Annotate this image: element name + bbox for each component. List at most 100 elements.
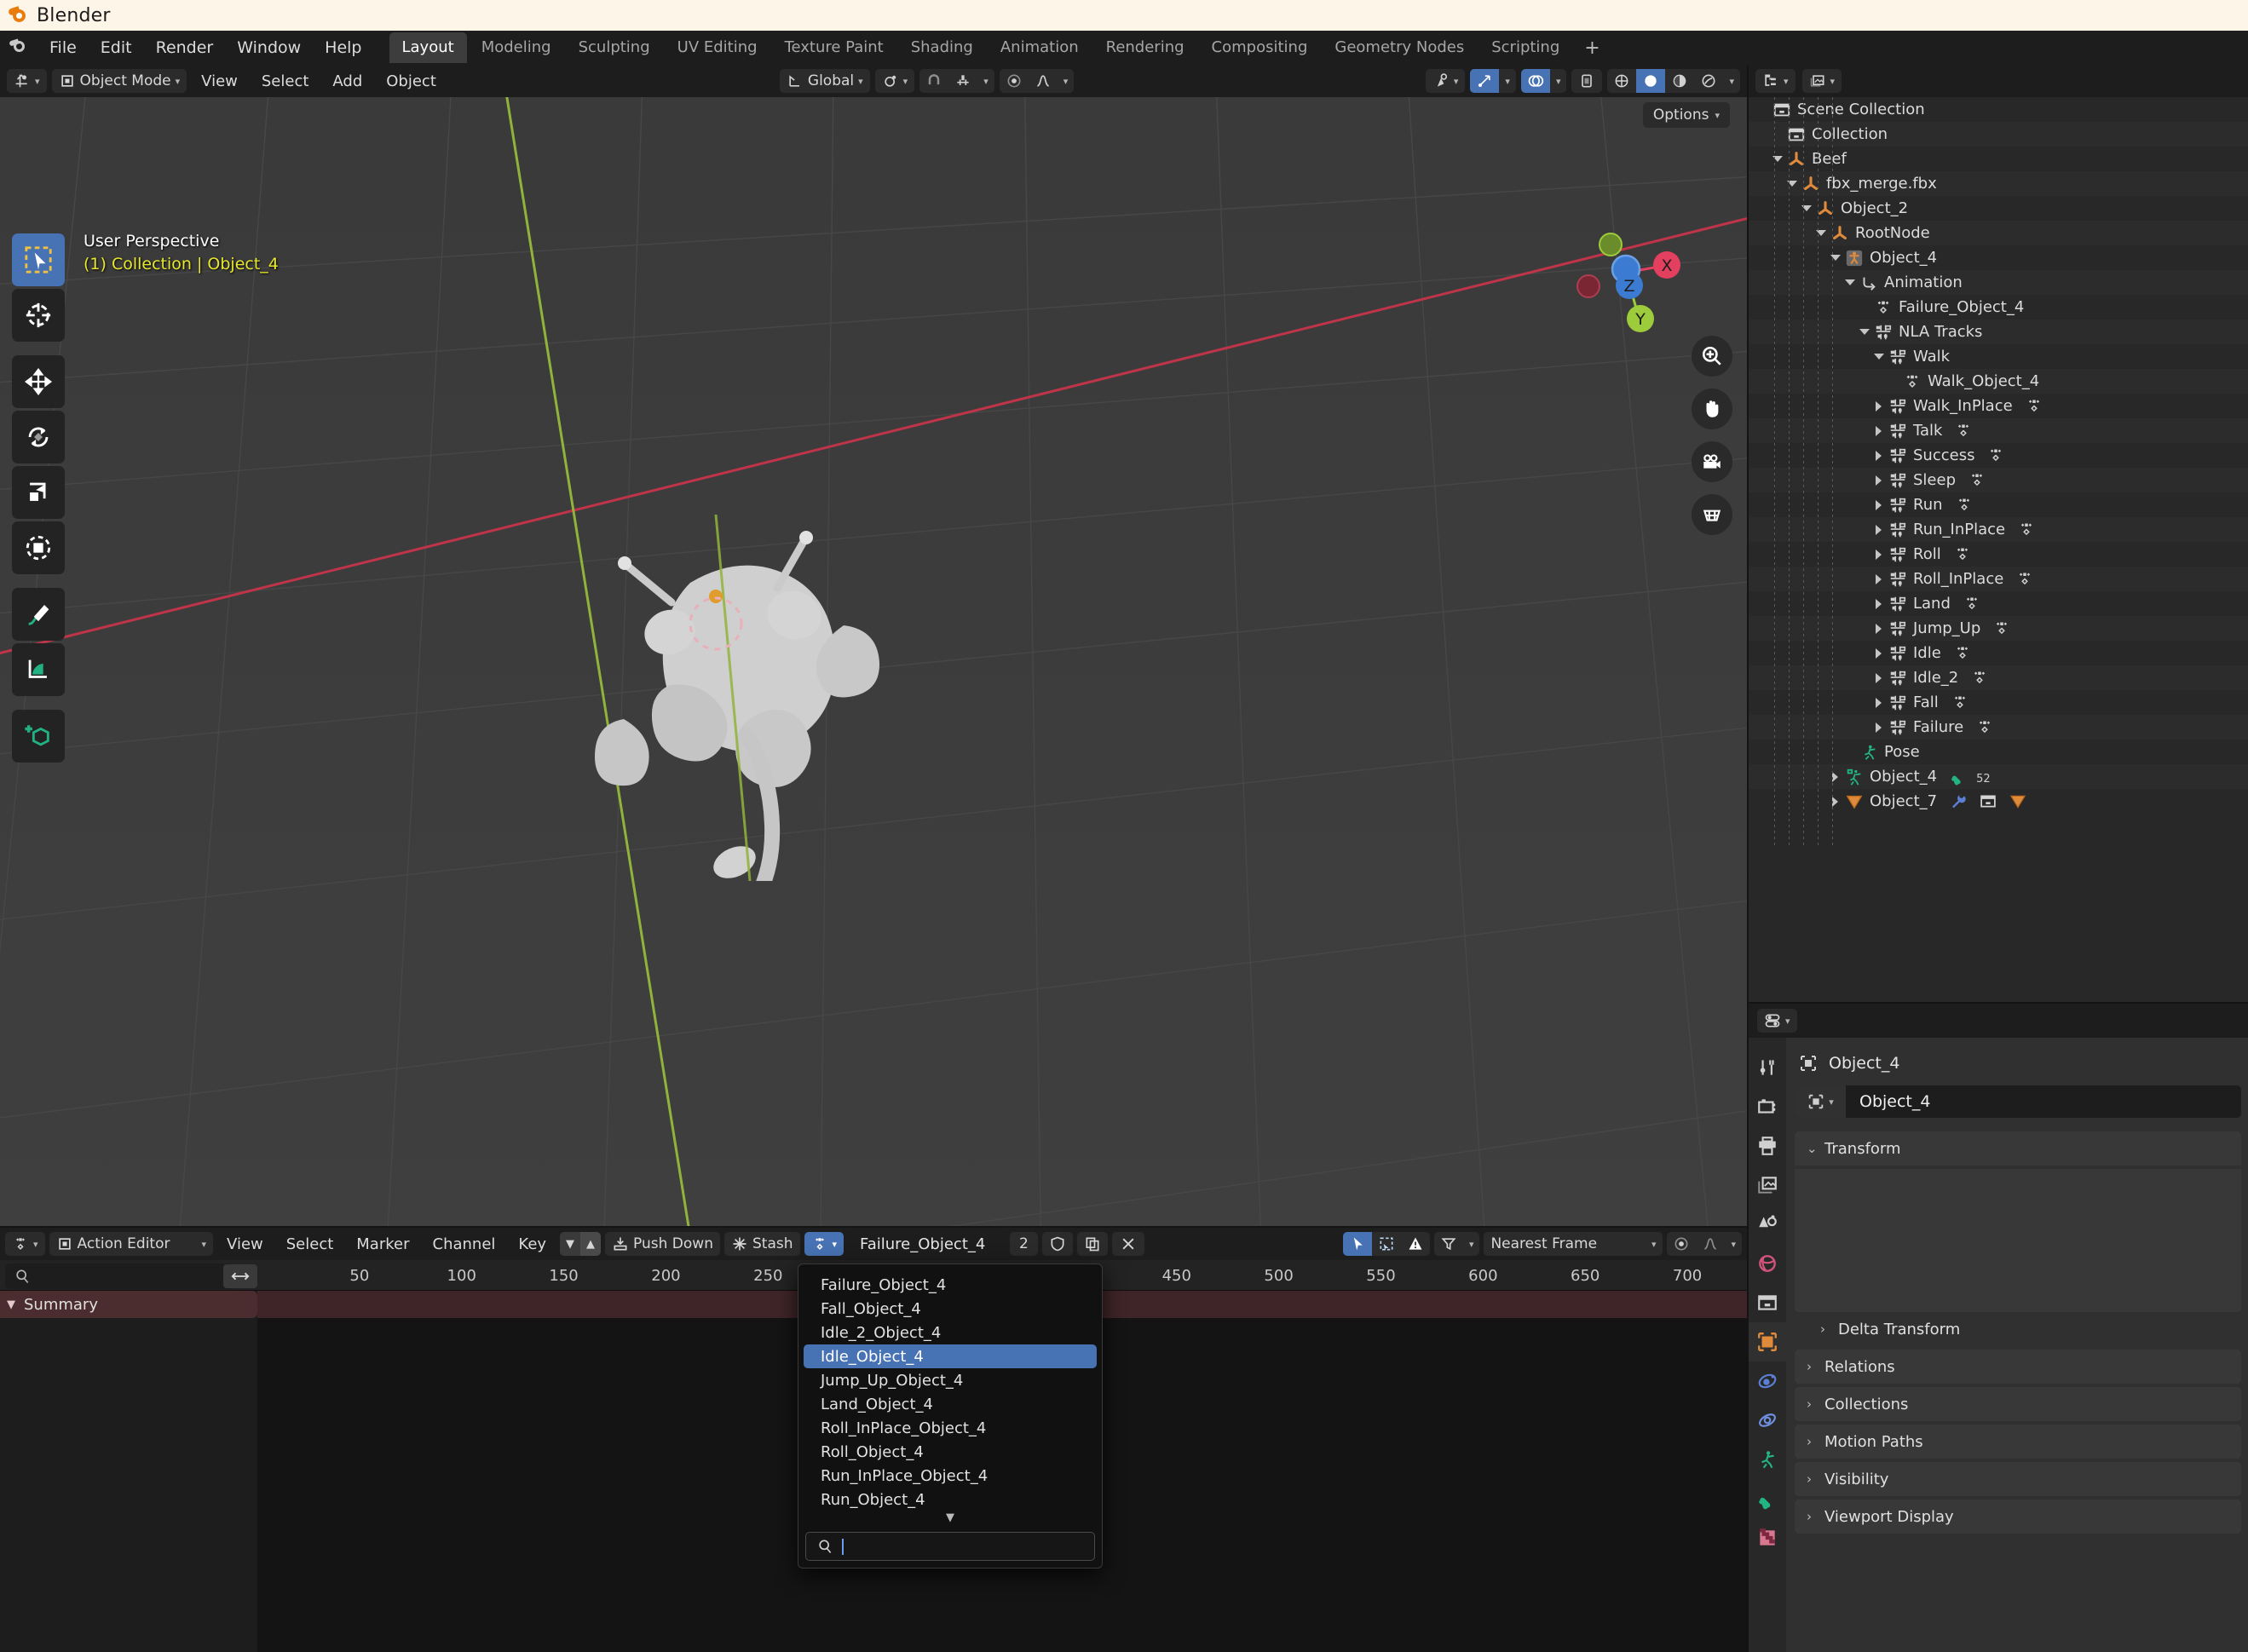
fake-user-button[interactable] bbox=[1041, 1232, 1073, 1256]
snap-mode-selector[interactable]: Nearest Frame ▾ bbox=[1484, 1232, 1663, 1256]
expand-search-button[interactable] bbox=[223, 1264, 257, 1288]
properties-tab-data[interactable] bbox=[1749, 1479, 1786, 1518]
dope-sheet-channels[interactable]: ▼ Summary bbox=[0, 1291, 257, 1652]
outliner-row[interactable]: Run_InPlace bbox=[1749, 517, 2248, 542]
dopesheet-menu-marker[interactable]: Marker bbox=[347, 1233, 418, 1256]
outliner-row[interactable]: Animation bbox=[1749, 270, 2248, 295]
action-dropdown-item[interactable]: Jump_Up_Object_4 bbox=[804, 1368, 1097, 1392]
chevron-right-icon[interactable] bbox=[1871, 498, 1886, 512]
shading-dropdown[interactable]: ▾ bbox=[1723, 69, 1740, 93]
pan-view-button[interactable] bbox=[1692, 389, 1732, 429]
object-name-field[interactable]: ▾ Object_4 bbox=[1795, 1085, 2241, 1118]
chevron-right-icon[interactable] bbox=[1871, 646, 1886, 660]
properties-tab-collection[interactable] bbox=[1749, 1283, 1786, 1322]
outliner-row[interactable]: Failure bbox=[1749, 715, 2248, 740]
action-browse-dropdown[interactable]: Failure_Object_4 Fall_Object_4 Idle_2_Obje… bbox=[798, 1263, 1103, 1569]
xray-toggle-button[interactable] bbox=[1571, 69, 1603, 93]
tool-annotate[interactable] bbox=[12, 588, 65, 641]
dopesheet-mode-selector[interactable]: Action Editor ▾ bbox=[49, 1232, 214, 1256]
tool-scale[interactable] bbox=[12, 466, 65, 519]
action-dropdown-item[interactable]: Idle_Object_4 bbox=[804, 1344, 1097, 1368]
chevron-right-icon[interactable] bbox=[1871, 596, 1886, 611]
outliner-row[interactable]: Run bbox=[1749, 492, 2248, 517]
action-dropdown-item[interactable]: Failure_Object_4 bbox=[804, 1273, 1097, 1297]
tool-move[interactable] bbox=[12, 355, 65, 408]
chevron-right-icon[interactable] bbox=[1871, 473, 1886, 487]
dopesheet-menu-select[interactable]: Select bbox=[277, 1233, 343, 1256]
chevron-down-icon[interactable] bbox=[1813, 226, 1828, 240]
menu-window[interactable]: Window bbox=[225, 35, 313, 60]
action-dropdown-item[interactable]: Run_InPlace_Object_4 bbox=[804, 1464, 1097, 1488]
viewport-menu-add[interactable]: Add bbox=[323, 70, 372, 93]
panel-collections[interactable]: › Collections bbox=[1795, 1387, 2241, 1421]
action-dropdown-item[interactable]: Roll_Object_4 bbox=[804, 1440, 1097, 1464]
outliner-row[interactable]: Walk_InPlace bbox=[1749, 394, 2248, 418]
action-next-button[interactable]: ▲ bbox=[580, 1232, 602, 1256]
solid-shading-button[interactable] bbox=[1636, 69, 1666, 93]
outliner-row[interactable]: Roll bbox=[1749, 542, 2248, 567]
outliner-row[interactable]: Idle bbox=[1749, 641, 2248, 665]
tool-cursor[interactable] bbox=[12, 289, 65, 342]
action-prev-button[interactable]: ▼ bbox=[560, 1232, 581, 1256]
interaction-mode-selector[interactable]: Object Mode ▾ bbox=[51, 69, 187, 93]
outliner-row[interactable]: fbx_merge.fbx bbox=[1749, 171, 2248, 196]
outliner-row[interactable]: Pose bbox=[1749, 740, 2248, 764]
action-dropdown-item[interactable]: Idle_2_Object_4 bbox=[804, 1321, 1097, 1344]
unlink-action-button[interactable] bbox=[1111, 1232, 1144, 1256]
viewport-options-button[interactable]: Options ▾ bbox=[1642, 102, 1730, 128]
visibility-selector[interactable]: ▾ bbox=[1425, 69, 1466, 93]
tool-add-cube[interactable] bbox=[12, 710, 65, 763]
show-errors-button[interactable] bbox=[1401, 1232, 1430, 1256]
properties-tab-output[interactable] bbox=[1749, 1126, 1786, 1166]
tab-sculpting[interactable]: Sculpting bbox=[566, 32, 663, 63]
action-user-count[interactable]: 2 bbox=[1010, 1232, 1038, 1256]
tab-uv-editing[interactable]: UV Editing bbox=[665, 32, 770, 63]
3d-viewport[interactable]: User Perspective (1) Collection | Object… bbox=[0, 97, 1747, 1226]
dopesheet-menu-channel[interactable]: Channel bbox=[424, 1233, 505, 1256]
action-datablock-selector[interactable]: ▾ bbox=[804, 1232, 844, 1256]
viewport-menu-view[interactable]: View bbox=[192, 70, 247, 93]
snap-dropdown[interactable]: ▾ bbox=[977, 69, 994, 93]
dopesheet-menu-view[interactable]: View bbox=[217, 1233, 273, 1256]
chevron-right-icon[interactable] bbox=[1828, 769, 1842, 784]
chevron-right-icon[interactable] bbox=[1871, 572, 1886, 586]
properties-tab-constraints[interactable] bbox=[1749, 1440, 1786, 1479]
channel-search-input[interactable] bbox=[5, 1263, 235, 1289]
outliner-row[interactable]: Object_4 52 bbox=[1749, 764, 2248, 789]
outliner-row[interactable]: NLA Tracks bbox=[1749, 319, 2248, 344]
chevron-right-icon[interactable] bbox=[1871, 671, 1886, 685]
menu-help[interactable]: Help bbox=[313, 35, 373, 60]
viewport-menu-object[interactable]: Object bbox=[377, 70, 446, 93]
properties-tab-physics[interactable] bbox=[1749, 1401, 1786, 1440]
tab-geometry-nodes[interactable]: Geometry Nodes bbox=[1322, 32, 1477, 63]
falloff-dope-dropdown[interactable]: ▾ bbox=[1725, 1232, 1742, 1256]
menu-edit[interactable]: Edit bbox=[89, 35, 144, 60]
outliner-row[interactable]: Collection bbox=[1749, 122, 2248, 147]
outliner-row[interactable]: Object_7 bbox=[1749, 789, 2248, 814]
proportional-edit-dope-button[interactable] bbox=[1667, 1232, 1696, 1256]
tab-modeling[interactable]: Modeling bbox=[469, 32, 564, 63]
falloff-dropdown[interactable]: ▾ bbox=[1058, 69, 1075, 93]
properties-tab-view-layer[interactable] bbox=[1749, 1166, 1786, 1205]
material-shading-button[interactable] bbox=[1665, 69, 1694, 93]
tab-shading[interactable]: Shading bbox=[898, 32, 986, 63]
navigation-gizmo[interactable]: X Z Y bbox=[1568, 225, 1687, 344]
object-id-button[interactable]: ▾ bbox=[1795, 1085, 1846, 1118]
outliner-row[interactable]: Talk bbox=[1749, 418, 2248, 443]
push-down-button[interactable]: Push Down bbox=[605, 1232, 720, 1256]
outliner-row[interactable]: Walk_Object_4 bbox=[1749, 369, 2248, 394]
action-dropdown-item[interactable]: Roll_InPlace_Object_4 bbox=[804, 1416, 1097, 1440]
tool-rotate[interactable] bbox=[12, 411, 65, 463]
dopesheet-menu-key[interactable]: Key bbox=[509, 1233, 556, 1256]
tool-measure[interactable] bbox=[12, 643, 65, 696]
outliner-row[interactable]: Sleep bbox=[1749, 468, 2248, 492]
outliner-row[interactable]: Idle_2 bbox=[1749, 665, 2248, 690]
snap-pivot-selector[interactable]: ▾ bbox=[874, 69, 915, 93]
toggle-ortho-button[interactable] bbox=[1692, 494, 1732, 535]
dropdown-more-indicator[interactable]: ▼ bbox=[798, 1511, 1102, 1527]
blender-menu-icon[interactable] bbox=[7, 35, 32, 60]
outliner-row[interactable]: Walk bbox=[1749, 344, 2248, 369]
only-selected-button[interactable] bbox=[1342, 1232, 1372, 1256]
menu-file[interactable]: File bbox=[37, 35, 89, 60]
chevron-right-icon[interactable] bbox=[1828, 794, 1842, 809]
